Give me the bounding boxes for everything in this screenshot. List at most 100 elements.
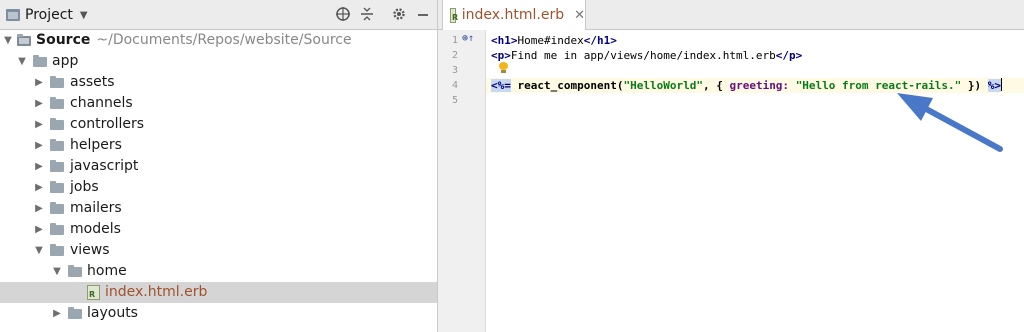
expand-arrow-icon[interactable]: ▼ (51, 261, 63, 282)
folder-icon (33, 55, 47, 67)
line-number: 4 (451, 80, 458, 91)
erb-file-icon (87, 285, 100, 300)
collapse-arrow-icon[interactable]: ▶ (33, 114, 45, 135)
tree-label: views (70, 242, 110, 258)
lightbulb-icon[interactable] (499, 62, 508, 73)
erb-close-tag: %> (987, 79, 1002, 92)
collapse-icon[interactable] (358, 6, 376, 24)
tree-label: javascript (70, 158, 139, 174)
tree-row-index-html-erb[interactable]: index.html.erb (0, 282, 437, 303)
bulb-glass (499, 62, 508, 70)
collapse-arrow-icon[interactable]: ▶ (51, 303, 63, 324)
tree-row-assets[interactable]: ▶ assets (0, 72, 437, 93)
hide-icon[interactable] (414, 6, 432, 24)
folder-icon (50, 181, 64, 193)
collapse-arrow-icon[interactable]: ▶ (33, 198, 45, 219)
module-folder-icon (17, 34, 31, 46)
tag-close: </h1> (583, 34, 617, 47)
expand-arrow-icon[interactable]: ▼ (33, 240, 45, 261)
tree-row-views[interactable]: ▼ views (0, 240, 437, 261)
tree-row-helpers[interactable]: ▶ helpers (0, 135, 437, 156)
code-area[interactable]: <h1>Home#index</h1> <p>Find me in app/vi… (486, 30, 1024, 332)
tree-row-channels[interactable]: ▶ channels (0, 93, 437, 114)
chevron-down-icon: ▼ (79, 9, 88, 21)
hide-icon-glyph (418, 14, 428, 16)
collapse-arrow-icon[interactable]: ▶ (33, 177, 45, 198)
tree-label: channels (70, 95, 133, 111)
close-icon[interactable]: ✕ (574, 8, 585, 23)
folder-icon (50, 202, 64, 214)
target-icon[interactable] (334, 6, 352, 24)
collapse-arrow-icon[interactable]: ▶ (33, 72, 45, 93)
tree-row-jobs[interactable]: ▶ jobs (0, 177, 437, 198)
line-number: 5 (451, 95, 458, 106)
project-panel: Project ▼ ▼ Source ~/Documents/Repos/webs… (0, 0, 438, 332)
folder-icon (50, 223, 64, 235)
collapse-icon-glyph (361, 7, 373, 21)
tree-label: Source ~/Documents/Repos/website/Source (36, 32, 352, 48)
tag-open: <p> (491, 49, 511, 62)
collapse-arrow-icon[interactable]: ▶ (33, 156, 45, 177)
code-line-2: <p>Find me in app/views/home/index.html.… (486, 48, 1024, 63)
tree-row-models[interactable]: ▶ models (0, 219, 437, 240)
gear-icon-glyph (393, 8, 405, 20)
hash-key: greeting: (729, 79, 790, 92)
punct: }) (961, 79, 988, 92)
line-number: 3 (451, 65, 458, 76)
tree-label: index.html.erb (105, 284, 208, 300)
punct: , { (702, 79, 730, 92)
tree-row-layouts[interactable]: ▶ layouts (0, 303, 437, 324)
tree-label: models (70, 221, 121, 237)
tree-label: layouts (87, 305, 138, 321)
tree-label: mailers (70, 200, 122, 216)
folder-icon (50, 97, 64, 109)
folder-icon (68, 265, 82, 277)
related-file-icon[interactable]: ⊛↑ (462, 33, 474, 44)
project-panel-header: Project ▼ (0, 0, 437, 30)
project-view-selector[interactable]: Project ▼ (6, 6, 88, 24)
bulb-base (501, 70, 506, 73)
folder-icon (50, 118, 64, 130)
tree-label: jobs (70, 179, 99, 195)
tree-row-mailers[interactable]: ▶ mailers (0, 198, 437, 219)
tree-row-app[interactable]: ▼ app (0, 51, 437, 72)
tree-row-home[interactable]: ▼ home (0, 261, 437, 282)
tree-row-controllers[interactable]: ▶ controllers (0, 114, 437, 135)
tree-label: app (52, 53, 79, 69)
tree-label: controllers (70, 116, 145, 132)
editor-tab-index-html-erb[interactable]: index.html.erb ✕ (442, 0, 586, 30)
text: Find me in app/views/home/index.html.erb (510, 49, 776, 62)
editor-gutter: 1 2 3 4 5 ⊛↑ (438, 30, 486, 332)
method-name: react_component (517, 79, 617, 92)
folder-icon (50, 76, 64, 88)
code-line-1: <h1>Home#index</h1> (486, 33, 1024, 48)
string-literal: "HelloWorld" (623, 79, 703, 92)
editor: index.html.erb ✕ 1 2 3 4 5 ⊛↑ <h1>Home#i… (438, 0, 1024, 332)
gear-icon[interactable] (390, 6, 408, 24)
expand-arrow-icon[interactable]: ▼ (2, 30, 14, 51)
project-panel-title: Project (25, 7, 73, 23)
collapse-arrow-icon[interactable]: ▶ (33, 219, 45, 240)
erb-file-icon (450, 7, 458, 23)
collapse-arrow-icon[interactable]: ▶ (33, 93, 45, 114)
expand-arrow-icon[interactable]: ▼ (16, 51, 28, 72)
project-icon (6, 9, 20, 21)
folder-icon (68, 307, 82, 319)
tree-row-javascript[interactable]: ▶ javascript (0, 156, 437, 177)
folder-icon (50, 139, 64, 151)
tab-label: index.html.erb (461, 7, 565, 23)
collapse-arrow-icon[interactable]: ▶ (33, 135, 45, 156)
tree-label: assets (70, 74, 115, 90)
tree-label: helpers (70, 137, 122, 153)
target-icon-glyph (336, 7, 350, 21)
tree-label: home (87, 263, 127, 279)
folder-icon (50, 160, 64, 172)
string-literal: "Hello from react-rails." (795, 79, 962, 92)
folder-icon (50, 244, 64, 256)
tree-row-source[interactable]: ▼ Source ~/Documents/Repos/website/Source (0, 30, 437, 51)
erb-open-tag: <%= (491, 79, 511, 92)
tag-open: <h1> (491, 34, 518, 47)
